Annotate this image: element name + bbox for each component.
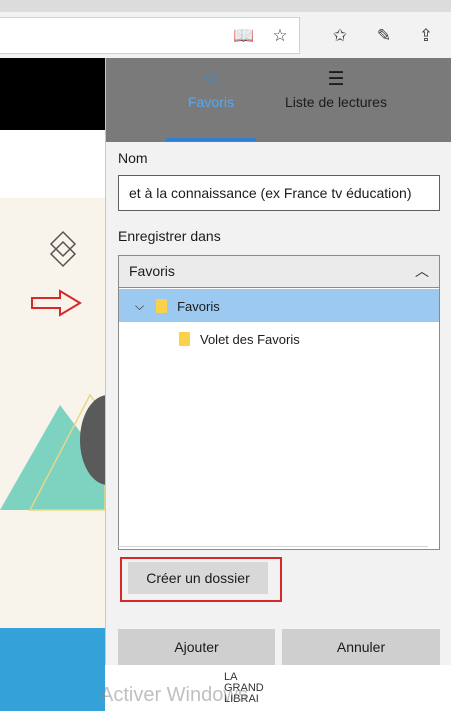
name-label: Nom	[118, 150, 148, 166]
tab-reading-list[interactable]: ☰ Liste de lectures	[281, 68, 391, 142]
diamond-logo-icon	[49, 230, 77, 268]
tab-reading-list-label: Liste de lectures	[285, 94, 387, 110]
window-top-strip	[0, 0, 451, 12]
page-background	[0, 130, 105, 198]
star-icon[interactable]: ☆	[268, 24, 292, 48]
save-in-selected: Favoris	[129, 263, 175, 279]
folder-item-label: Volet des Favoris	[200, 331, 300, 347]
active-tab-indicator	[166, 138, 256, 141]
reading-list-icon: ☰	[327, 68, 345, 90]
name-input[interactable]: et à la connaissance (ex France tv éduca…	[118, 175, 440, 211]
folder-item-volet-des-favoris[interactable]: Volet des Favoris	[179, 324, 300, 354]
share-icon[interactable]: ⇪	[414, 24, 438, 48]
hero-illustration	[0, 393, 105, 511]
folder-item-favoris[interactable]: ⌵ Favoris	[135, 291, 220, 321]
windows-activation-watermark: Activer Windows	[100, 684, 248, 706]
star-icon: ☆	[202, 68, 220, 90]
cancel-button[interactable]: Annuler	[282, 629, 440, 665]
reading-view-icon[interactable]: 📖	[232, 24, 256, 48]
folder-item-label: Favoris	[177, 298, 220, 314]
favorites-list-icon[interactable]: ✩	[328, 24, 352, 48]
page-header-background	[0, 58, 105, 130]
tab-favorites[interactable]: ☆ Favoris	[166, 68, 256, 142]
folder-tree: ⌵ Favoris Volet des Favoris	[118, 288, 440, 550]
save-in-label: Enregistrer dans	[118, 228, 221, 244]
red-arrow-annotation	[31, 289, 82, 317]
chevron-up-icon[interactable]: ︿	[415, 256, 429, 287]
folder-icon	[156, 299, 168, 313]
tab-favorites-label: Favoris	[188, 94, 234, 110]
add-button[interactable]: Ajouter	[118, 629, 275, 665]
chevron-down-icon[interactable]: ⌵	[135, 299, 144, 314]
red-highlight-annotation	[120, 557, 282, 602]
divider	[118, 546, 428, 547]
panel-tabs: ☆ Favoris ☰ Liste de lectures	[106, 58, 451, 142]
save-in-dropdown[interactable]: Favoris ︿	[118, 255, 440, 288]
folder-icon	[179, 332, 190, 346]
pen-icon[interactable]: ✎	[372, 24, 396, 48]
page-footer-background	[0, 628, 105, 711]
add-favorite-panel: ☆ Favoris ☰ Liste de lectures Nom et à l…	[105, 58, 451, 665]
